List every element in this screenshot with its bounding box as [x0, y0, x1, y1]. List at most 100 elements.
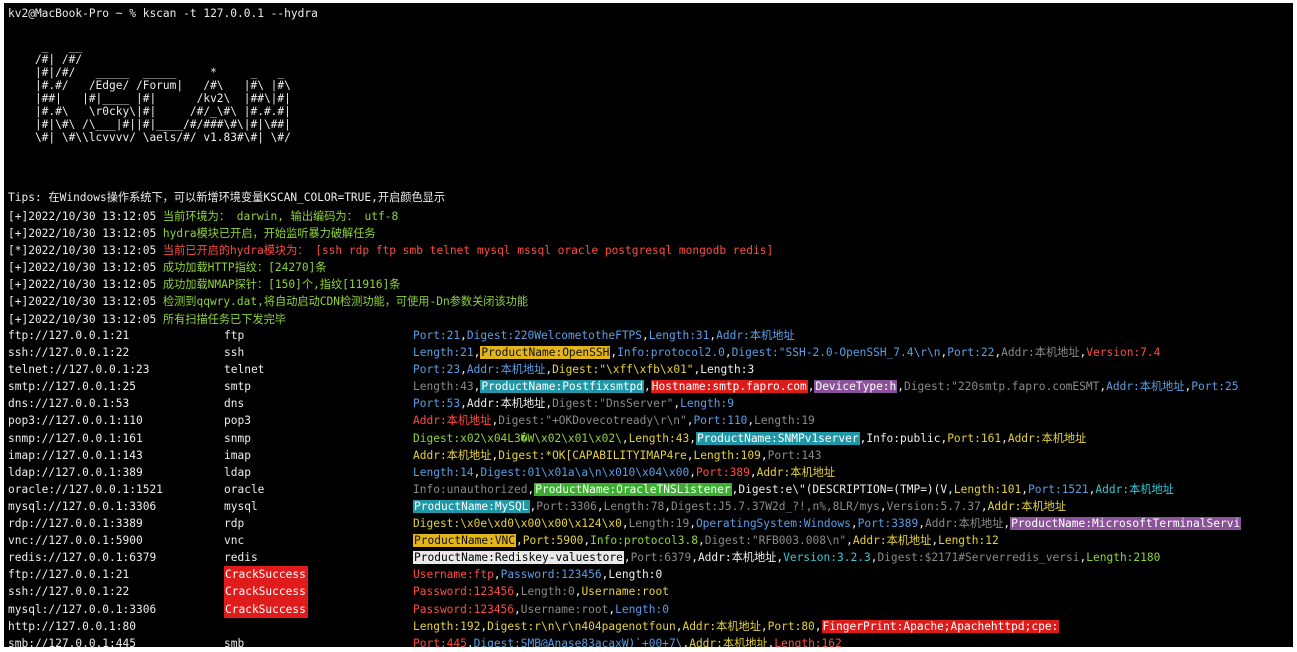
- service-name: redis: [224, 551, 258, 565]
- detail-field: ProductName:OracleTNSListener: [534, 482, 732, 496]
- detail-field: Digest:"DnsServer": [552, 397, 674, 411]
- detail-field: Digest:220WelcometotheFTPS: [466, 329, 643, 342]
- detail-field: Length:14: [413, 465, 474, 479]
- detail-field: ,: [621, 517, 629, 531]
- result-row: smtp://127.0.0.1:25 smtp Length:43,Product…: [4, 378, 1293, 395]
- shell-prompt: kv2@MacBook-Pro ~ % kscan -t 127.0.0.1 -…: [8, 7, 318, 20]
- target-url: smtp://127.0.0.1:25: [8, 380, 136, 394]
- log-message: 检测到qqwry.dat,将自动启动CDN检测功能，可使用-Dn参数关闭该功能: [162, 295, 529, 309]
- target-url: snmp://127.0.0.1:161: [8, 431, 143, 445]
- detail-field: Addr:本机地址: [1106, 380, 1185, 394]
- target-url: ftp://127.0.0.1:21: [8, 568, 130, 582]
- detail-field: Port:23: [413, 363, 461, 377]
- detail-field: ,: [689, 517, 696, 531]
- detail-field: ,: [466, 636, 474, 647]
- detail-field: FingerPrint:Apache;Apachehttpd;cpe:: [821, 619, 1060, 633]
- detail-field: Digest:r\n\r\n404pagenotfoun: [487, 619, 676, 633]
- log-prefix: [+]2022/10/30 13:12:05: [8, 261, 163, 275]
- detail-field: Length:21: [413, 346, 474, 360]
- detail-field: Port:389: [695, 465, 750, 479]
- detail-field: ,: [697, 534, 705, 548]
- service-name: ldap: [224, 465, 251, 479]
- target-url: imap://127.0.0.1:143: [8, 448, 143, 462]
- detail-field: Digest:x02\x04L3�W\x02\x01\x02\: [413, 431, 622, 445]
- result-details: Port:53,Addr:本机地址,Digest:"DnsServer",Len…: [413, 395, 734, 412]
- detail-field: Digest:"\xff\xfb\x01": [552, 363, 694, 377]
- detail-field: ,: [686, 448, 694, 462]
- detail-field: Digest:SMB@Anase83acaxW)`+00+7\: [473, 636, 683, 647]
- detail-field: Port:110: [693, 414, 748, 428]
- log-line: [+]2022/10/30 13:12:05 当前环境为： darwin, 输出…: [8, 208, 773, 225]
- target-url: telnet://127.0.0.1:23: [8, 363, 150, 377]
- result-details: Password:123456,Length:0,Username:root: [413, 583, 669, 600]
- result-row: vnc://127.0.0.1:5900 vnc ProductName:VNC,P…: [4, 532, 1293, 549]
- detail-field: Length:192: [413, 619, 481, 633]
- target-url: dns://127.0.0.1:53: [8, 397, 130, 411]
- log-message: 当前已开启的hydra模块为： [ssh rdp ftp smb telnet …: [162, 244, 774, 258]
- detail-field: Length:9: [680, 397, 734, 411]
- terminal-window[interactable]: kv2@MacBook-Pro ~ % kscan -t 127.0.0.1 -…: [4, 3, 1293, 647]
- result-row: snmp://127.0.0.1:161 snmp Digest:x02\x04L3…: [4, 430, 1293, 447]
- log-message: hydra模块已开启，开始监听暴力破解任务: [162, 227, 376, 241]
- result-row: redis://127.0.0.1:6379 redis ProductName:R…: [4, 549, 1293, 566]
- result-row: mysql://127.0.0.1:3306 CrackSuccess Passwo…: [4, 600, 1293, 618]
- detail-field: Port:3306: [536, 499, 597, 513]
- log-message: 成功加载HTTP指纹：[24270]条: [162, 261, 327, 275]
- detail-field: ,: [879, 499, 887, 513]
- log-message: 所有扫描任务已下发完毕: [162, 312, 286, 326]
- detail-field: Info:public: [866, 431, 941, 445]
- detail-field: Digest:01\x01a\a\n\x010\x04\x00: [480, 465, 690, 479]
- detail-field: Length:109: [693, 448, 761, 462]
- target-url: vnc://127.0.0.1:5900: [8, 534, 143, 548]
- result-details: Length:192, Digest:r\n\r\n404pagenotfoun,…: [413, 618, 1060, 635]
- detail-field: Addr:本机地址: [413, 448, 492, 462]
- result-row: ldap://127.0.0.1:389 ldap Length:14,Digest…: [4, 464, 1293, 481]
- service-name: ftp: [224, 329, 245, 342]
- detail-field: OperatingSystem:Windows: [695, 517, 851, 531]
- result-row: ftp://127.0.0.1:21 ftp Port:21,Digest:220W…: [4, 327, 1293, 344]
- service-name: ssh: [224, 346, 245, 360]
- detail-field: ,: [947, 482, 954, 496]
- detail-field: Port:6379: [630, 551, 692, 565]
- result-row: telnet://127.0.0.1:23 telnet Port:23,Addr:…: [4, 361, 1293, 378]
- detail-field: ,: [516, 534, 523, 548]
- detail-field: Addr:本机地址: [682, 619, 761, 633]
- detail-field: Length:78: [603, 499, 665, 513]
- detail-field: ,: [760, 619, 768, 633]
- target-url: mysql://127.0.0.1:3306: [8, 602, 157, 616]
- log-prefix: [+]2022/10/30 13:12:05: [8, 278, 163, 292]
- detail-field: Digest:e\"(DESCRIPTION=(TMP=)(V: [738, 482, 948, 496]
- result-details: Addr:本机地址,Digest:*OK[CAPABILITYIMAP4re,L…: [413, 447, 822, 464]
- log-line: [+]2022/10/30 13:12:05 hydra模块已开启，开始监听暴力…: [8, 225, 773, 242]
- detail-field: Digest:J5.7.37W2d_?!,n%,8LR/mys: [671, 499, 880, 513]
- detail-field: Addr:本机地址: [924, 517, 1004, 531]
- detail-field: Length:2180: [1086, 551, 1161, 565]
- detail-field: ,: [850, 517, 858, 531]
- detail-field: Username:root: [581, 585, 669, 599]
- detail-field: Addr:本机地址: [689, 636, 768, 647]
- result-details: Digest:x02\x04L3�W\x02\x01\x02\,Length:4…: [413, 430, 1086, 447]
- detail-field: ,: [514, 602, 521, 616]
- detail-field: ProductName:Postfixsmtpd: [480, 380, 645, 394]
- detail-field: Digest:\x0e\xd0\x00\x00\x124\x0: [413, 517, 622, 531]
- target-url: oracle://127.0.0.1:1521: [8, 482, 163, 496]
- detail-field: ProductName:Rediskey-valuestore: [413, 551, 624, 565]
- result-row: smb://127.0.0.1:445 smb Port:445,Digest:SM…: [4, 635, 1293, 647]
- detail-field: Info:protocol3.8: [590, 534, 698, 548]
- detail-field: ProductName:MicrosoftTerminalServi: [1010, 517, 1242, 531]
- log-line: [+]2022/10/30 13:12:05 成功加载NMAP探针：[150]个…: [8, 276, 773, 293]
- detail-field: Info:unauthorized: [413, 482, 528, 496]
- detail-field: ,: [460, 329, 467, 342]
- detail-field: Length:0: [608, 568, 663, 582]
- service-name: smb: [224, 636, 245, 647]
- detail-field: Length:0: [615, 602, 669, 616]
- log-message: 成功加载NMAP探针：[150]个,指纹[11916]条: [162, 278, 401, 292]
- detail-field: Length:12: [938, 534, 999, 548]
- result-details: Port:445,Digest:SMB@Anase83acaxW)`+00+7\…: [413, 635, 842, 647]
- target-url: rdp://127.0.0.1:3389: [8, 517, 143, 531]
- detail-field: Digest:$2171#Serverredis_versi: [877, 551, 1080, 565]
- detail-field: ,: [1001, 431, 1008, 445]
- detail-field: Addr:本机地址: [466, 397, 546, 411]
- log-line: [+]2022/10/30 13:12:05 检测到qqwry.dat,将自动启…: [8, 293, 773, 310]
- detail-field: Port:21: [413, 329, 461, 342]
